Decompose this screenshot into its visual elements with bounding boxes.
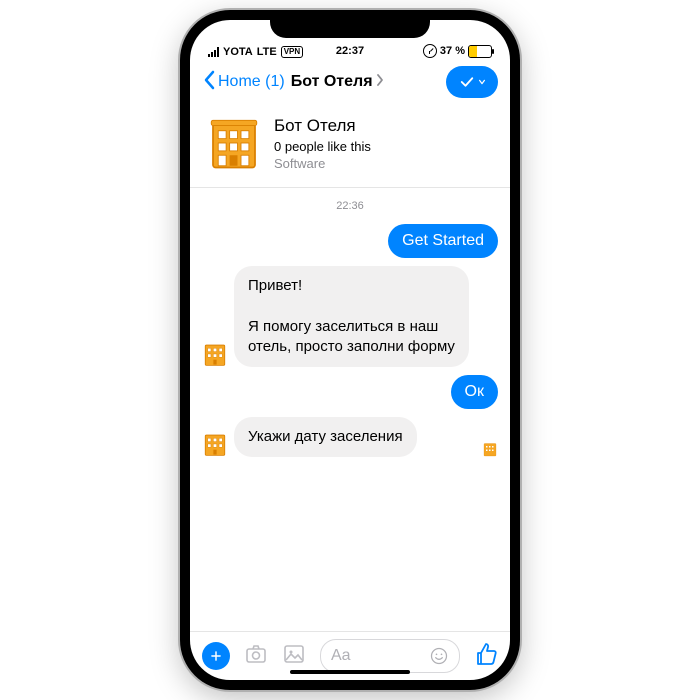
profile-info: Бот Отеля 0 people like this Software bbox=[274, 116, 371, 171]
profile-name: Бот Отеля bbox=[274, 116, 371, 136]
battery-icon bbox=[468, 45, 492, 58]
bot-message[interactable]: Укажи дату заселения bbox=[234, 417, 417, 457]
battery-pct: 37 % bbox=[440, 45, 465, 57]
user-message[interactable]: Ок bbox=[451, 375, 498, 409]
chat-title[interactable]: Бот Отеля bbox=[291, 73, 384, 92]
read-receipt-icon bbox=[482, 441, 498, 457]
back-label: Home (1) bbox=[218, 73, 285, 91]
alarm-icon bbox=[423, 44, 437, 58]
network-label: LTE bbox=[257, 46, 277, 58]
bot-avatar-icon bbox=[202, 431, 228, 457]
conversation[interactable]: 22:36 Get Started bbox=[190, 188, 510, 631]
gallery-button[interactable] bbox=[282, 642, 306, 671]
status-time: 22:37 bbox=[336, 45, 364, 57]
input-placeholder: Aa bbox=[331, 647, 351, 665]
check-icon bbox=[458, 73, 476, 91]
like-button[interactable] bbox=[474, 642, 498, 671]
bot-avatar-icon bbox=[202, 341, 228, 367]
carrier-label: YOTA bbox=[223, 46, 253, 58]
emoji-icon[interactable] bbox=[429, 646, 449, 666]
hotel-icon bbox=[206, 115, 262, 171]
confirm-button[interactable] bbox=[446, 66, 498, 98]
user-message[interactable]: Get Started bbox=[388, 224, 498, 258]
phone-frame: YOTA LTE VPN 22:37 37 % Home (1) Бот Оте… bbox=[180, 10, 520, 690]
chevron-left-icon bbox=[202, 70, 216, 95]
profile-likes: 0 people like this bbox=[274, 139, 371, 154]
image-icon bbox=[282, 642, 306, 666]
home-indicator[interactable] bbox=[290, 670, 410, 674]
back-button[interactable]: Home (1) bbox=[202, 70, 285, 95]
bot-message[interactable]: Привет! Я помогу заселиться в наш отель,… bbox=[234, 266, 469, 367]
screen: YOTA LTE VPN 22:37 37 % Home (1) Бот Оте… bbox=[190, 20, 510, 680]
timestamp: 22:36 bbox=[202, 200, 498, 212]
camera-icon bbox=[244, 642, 268, 666]
camera-button[interactable] bbox=[244, 642, 268, 671]
profile-category: Software bbox=[274, 156, 371, 171]
plus-icon bbox=[209, 649, 223, 663]
signal-icon bbox=[208, 47, 219, 57]
nav-bar: Home (1) Бот Отеля bbox=[190, 60, 510, 105]
chevron-right-icon bbox=[376, 73, 384, 92]
profile-header[interactable]: Бот Отеля 0 people like this Software bbox=[190, 105, 510, 188]
vpn-badge: VPN bbox=[281, 46, 303, 58]
add-button[interactable] bbox=[202, 642, 230, 670]
message-input[interactable]: Aa bbox=[320, 639, 460, 673]
title-text: Бот Отеля bbox=[291, 73, 373, 91]
thumbs-up-icon bbox=[474, 642, 498, 666]
chevron-down-icon bbox=[478, 73, 486, 91]
notch bbox=[270, 10, 430, 38]
